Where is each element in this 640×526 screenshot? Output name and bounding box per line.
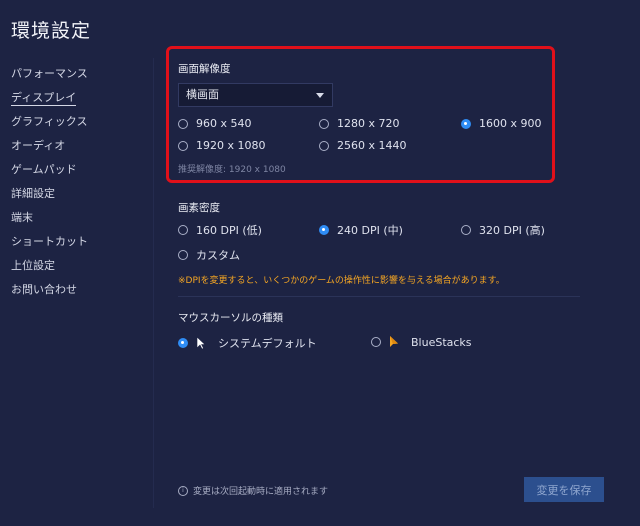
restart-note: i 変更は次回起動時に適用されます [178, 484, 328, 497]
page-title: 環境設定 [11, 20, 92, 42]
cursor-option-bluestacks[interactable]: BlueStacks [371, 335, 472, 349]
dpi-option-240[interactable]: 240 DPI (中) [319, 222, 403, 238]
orientation-value: 横画面 [186, 88, 219, 101]
dpi-section-title: 画素密度 [178, 202, 220, 214]
dpi-warning-text: ※DPIを変更すると、いくつかのゲームの操作性に影響を与える場合があります。 [178, 276, 505, 286]
sidebar-item-graphics[interactable]: グラフィックス [11, 110, 151, 134]
resolution-option-1280x720[interactable]: 1280 x 720 [319, 117, 400, 130]
dpi-option-160[interactable]: 160 DPI (低) [178, 222, 262, 238]
resolution-option-2560x1440[interactable]: 2560 x 1440 [319, 139, 407, 152]
radio-on-icon [461, 118, 471, 129]
sidebar-item-audio[interactable]: オーディオ [11, 134, 151, 158]
radio-off-icon [319, 140, 329, 151]
arrow-cursor-icon [196, 336, 206, 350]
radio-off-icon [461, 225, 471, 235]
radio-off-icon [178, 118, 188, 129]
chevron-down-icon [316, 93, 324, 98]
sidebar-item-advanced[interactable]: 詳細設定 [11, 182, 151, 206]
resolution-option-1600x900[interactable]: 1600 x 900 [461, 117, 542, 130]
sidebar-item-gamepad[interactable]: ゲームパッド [11, 158, 151, 182]
resolution-option-960x540[interactable]: 960 x 540 [178, 117, 252, 130]
sidebar-item-shortcuts[interactable]: ショートカット [11, 230, 151, 254]
radio-on-icon [319, 225, 329, 235]
dpi-option-custom[interactable]: カスタム [178, 247, 240, 263]
sidebar-item-display[interactable]: ディスプレイ [11, 86, 151, 110]
cursor-option-system-default[interactable]: システムデフォルト [178, 335, 317, 351]
dpi-option-320[interactable]: 320 DPI (高) [461, 222, 545, 238]
radio-off-icon [371, 337, 381, 347]
bluestacks-cursor-icon [389, 335, 399, 349]
radio-on-icon [178, 338, 188, 348]
cursor-section-title: マウスカーソルの種類 [178, 312, 283, 324]
sidebar-item-device[interactable]: 端末 [11, 206, 151, 230]
orientation-dropdown[interactable]: 横画面 [178, 83, 333, 107]
radio-off-icon [178, 140, 188, 151]
resolution-option-1920x1080[interactable]: 1920 x 1080 [178, 139, 266, 152]
save-changes-button[interactable]: 変更を保存 [524, 477, 604, 502]
radio-off-icon [319, 118, 329, 129]
sidebar-divider [153, 58, 154, 508]
radio-off-icon [178, 225, 188, 235]
recommended-resolution-hint: 推奨解像度: 1920 x 1080 [178, 165, 286, 175]
sidebar-item-contact[interactable]: お問い合わせ [11, 278, 151, 302]
sidebar-nav: パフォーマンス ディスプレイ グラフィックス オーディオ ゲームパッド 詳細設定… [11, 62, 151, 302]
radio-off-icon [178, 250, 188, 260]
sidebar-item-performance[interactable]: パフォーマンス [11, 62, 151, 86]
info-icon: i [178, 485, 188, 496]
sidebar-item-preferences[interactable]: 上位設定 [11, 254, 151, 278]
resolution-section-title: 画面解像度 [178, 63, 231, 75]
section-divider [178, 296, 580, 297]
